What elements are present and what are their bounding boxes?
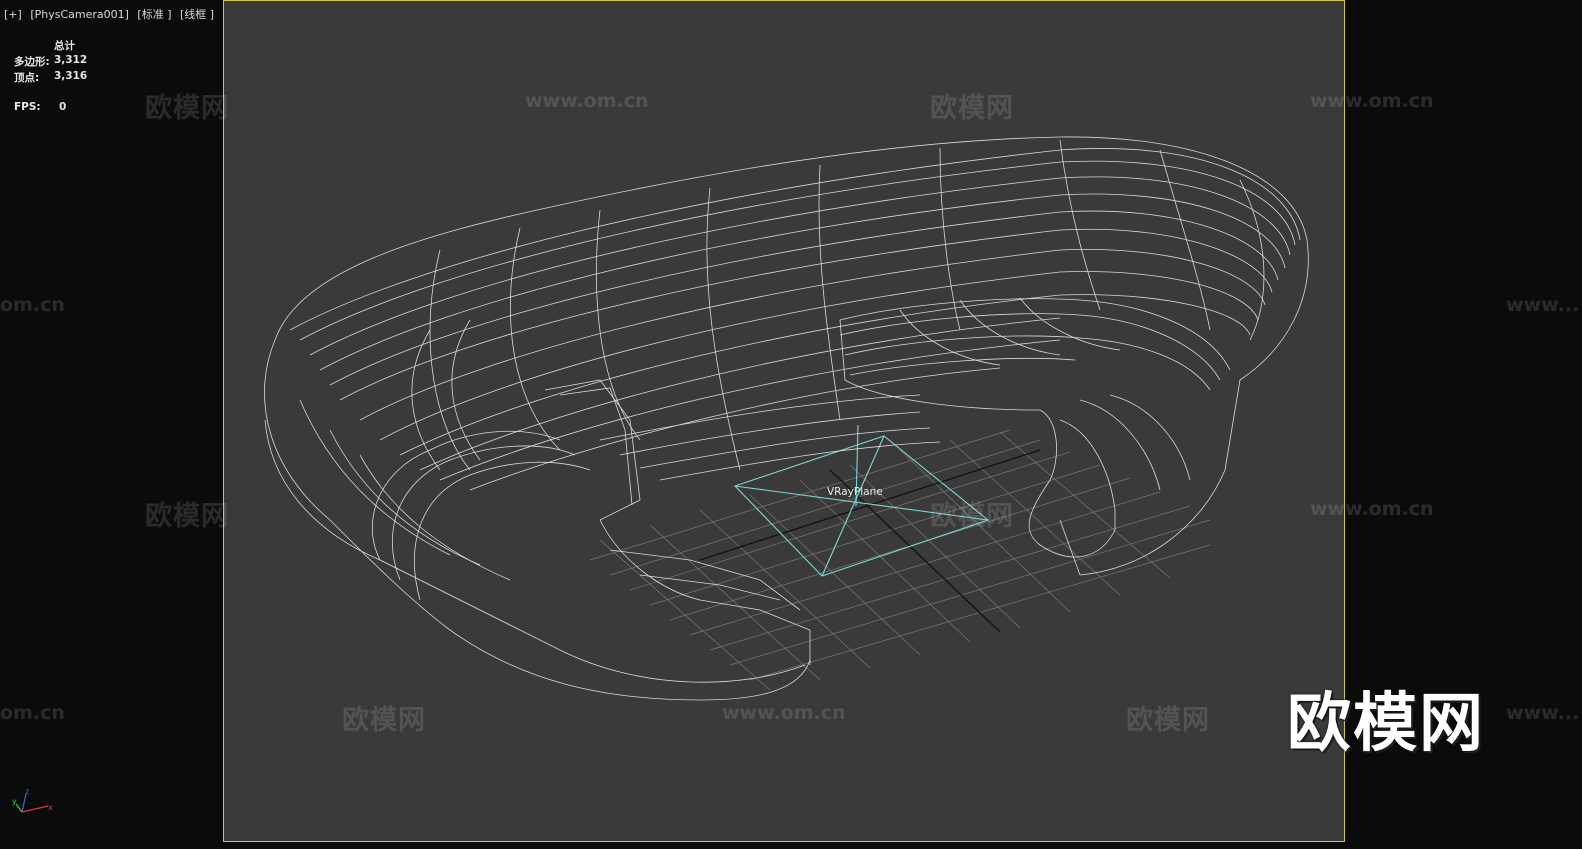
watermark-url-cut: www... <box>1506 702 1580 724</box>
x-axis-label: x <box>48 803 53 812</box>
watermark-url: www.om.cn <box>722 702 846 724</box>
watermark-cn: 欧模网 <box>145 501 229 532</box>
watermark-cn: 欧模网 <box>1126 705 1210 736</box>
vray-plane-label[interactable]: VRayPlane <box>827 486 883 498</box>
watermark-cn: 欧模网 <box>930 93 1014 124</box>
watermark-url-short: om.cn <box>0 702 65 724</box>
watermark-url-short: om.cn <box>0 294 65 316</box>
z-axis-label: z <box>25 787 29 796</box>
x-axis-line <box>21 805 49 813</box>
watermark-url-cut: www... <box>1506 294 1580 316</box>
watermark-url: www.om.cn <box>525 90 649 112</box>
watermark-cn: 欧模网 <box>342 705 426 736</box>
watermark-url: www.om.cn <box>1310 498 1434 520</box>
watermark-cn: 欧模网 <box>145 93 229 124</box>
watermark-cn: 欧模网 <box>930 501 1014 532</box>
y-axis-label: y <box>12 797 17 806</box>
site-logo: 欧模网 <box>1287 687 1485 761</box>
z-axis-line <box>21 793 27 813</box>
watermark-url: www.om.cn <box>1310 90 1434 112</box>
ground-grid <box>589 429 1211 691</box>
axis-tripod-icon: x z y <box>12 787 53 813</box>
y-axis-line <box>15 803 23 813</box>
sofa-wireframe <box>264 136 1309 701</box>
